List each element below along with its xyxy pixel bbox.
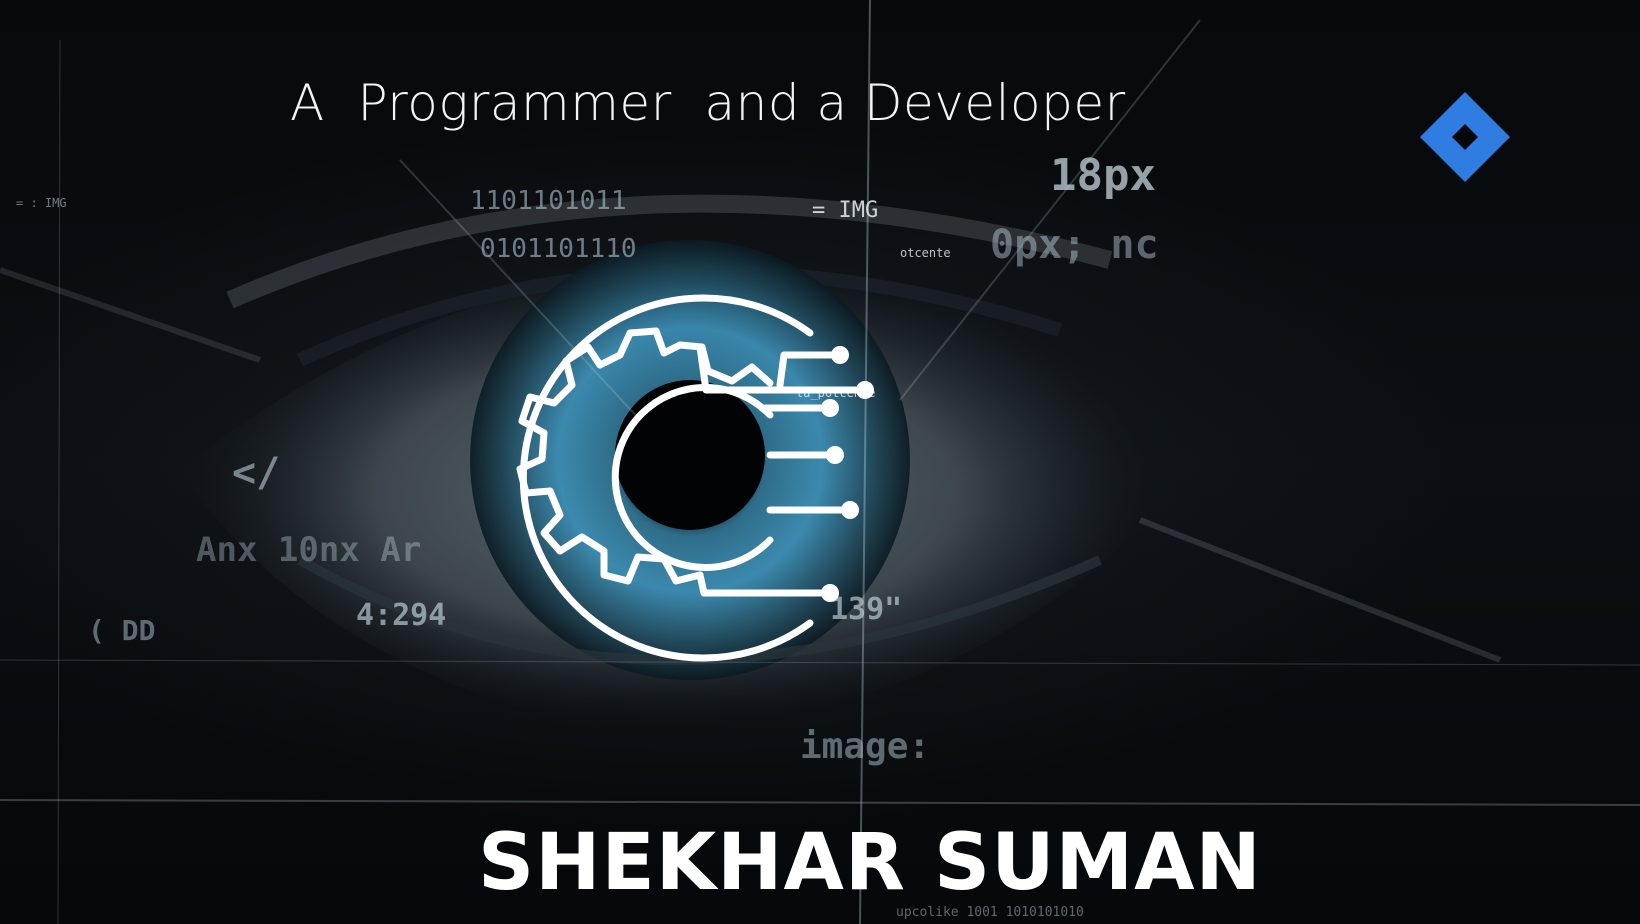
tagline: A Programmer and a Developer [290,74,1126,132]
gear-eye-circuit-icon [516,294,874,662]
diamond-logo-icon [1420,92,1510,182]
poster-canvas: = : IMG 1101101011 0101101110 = IMG 18px… [0,0,1640,924]
name-title: SHEKHAR SUMAN [478,818,1262,908]
